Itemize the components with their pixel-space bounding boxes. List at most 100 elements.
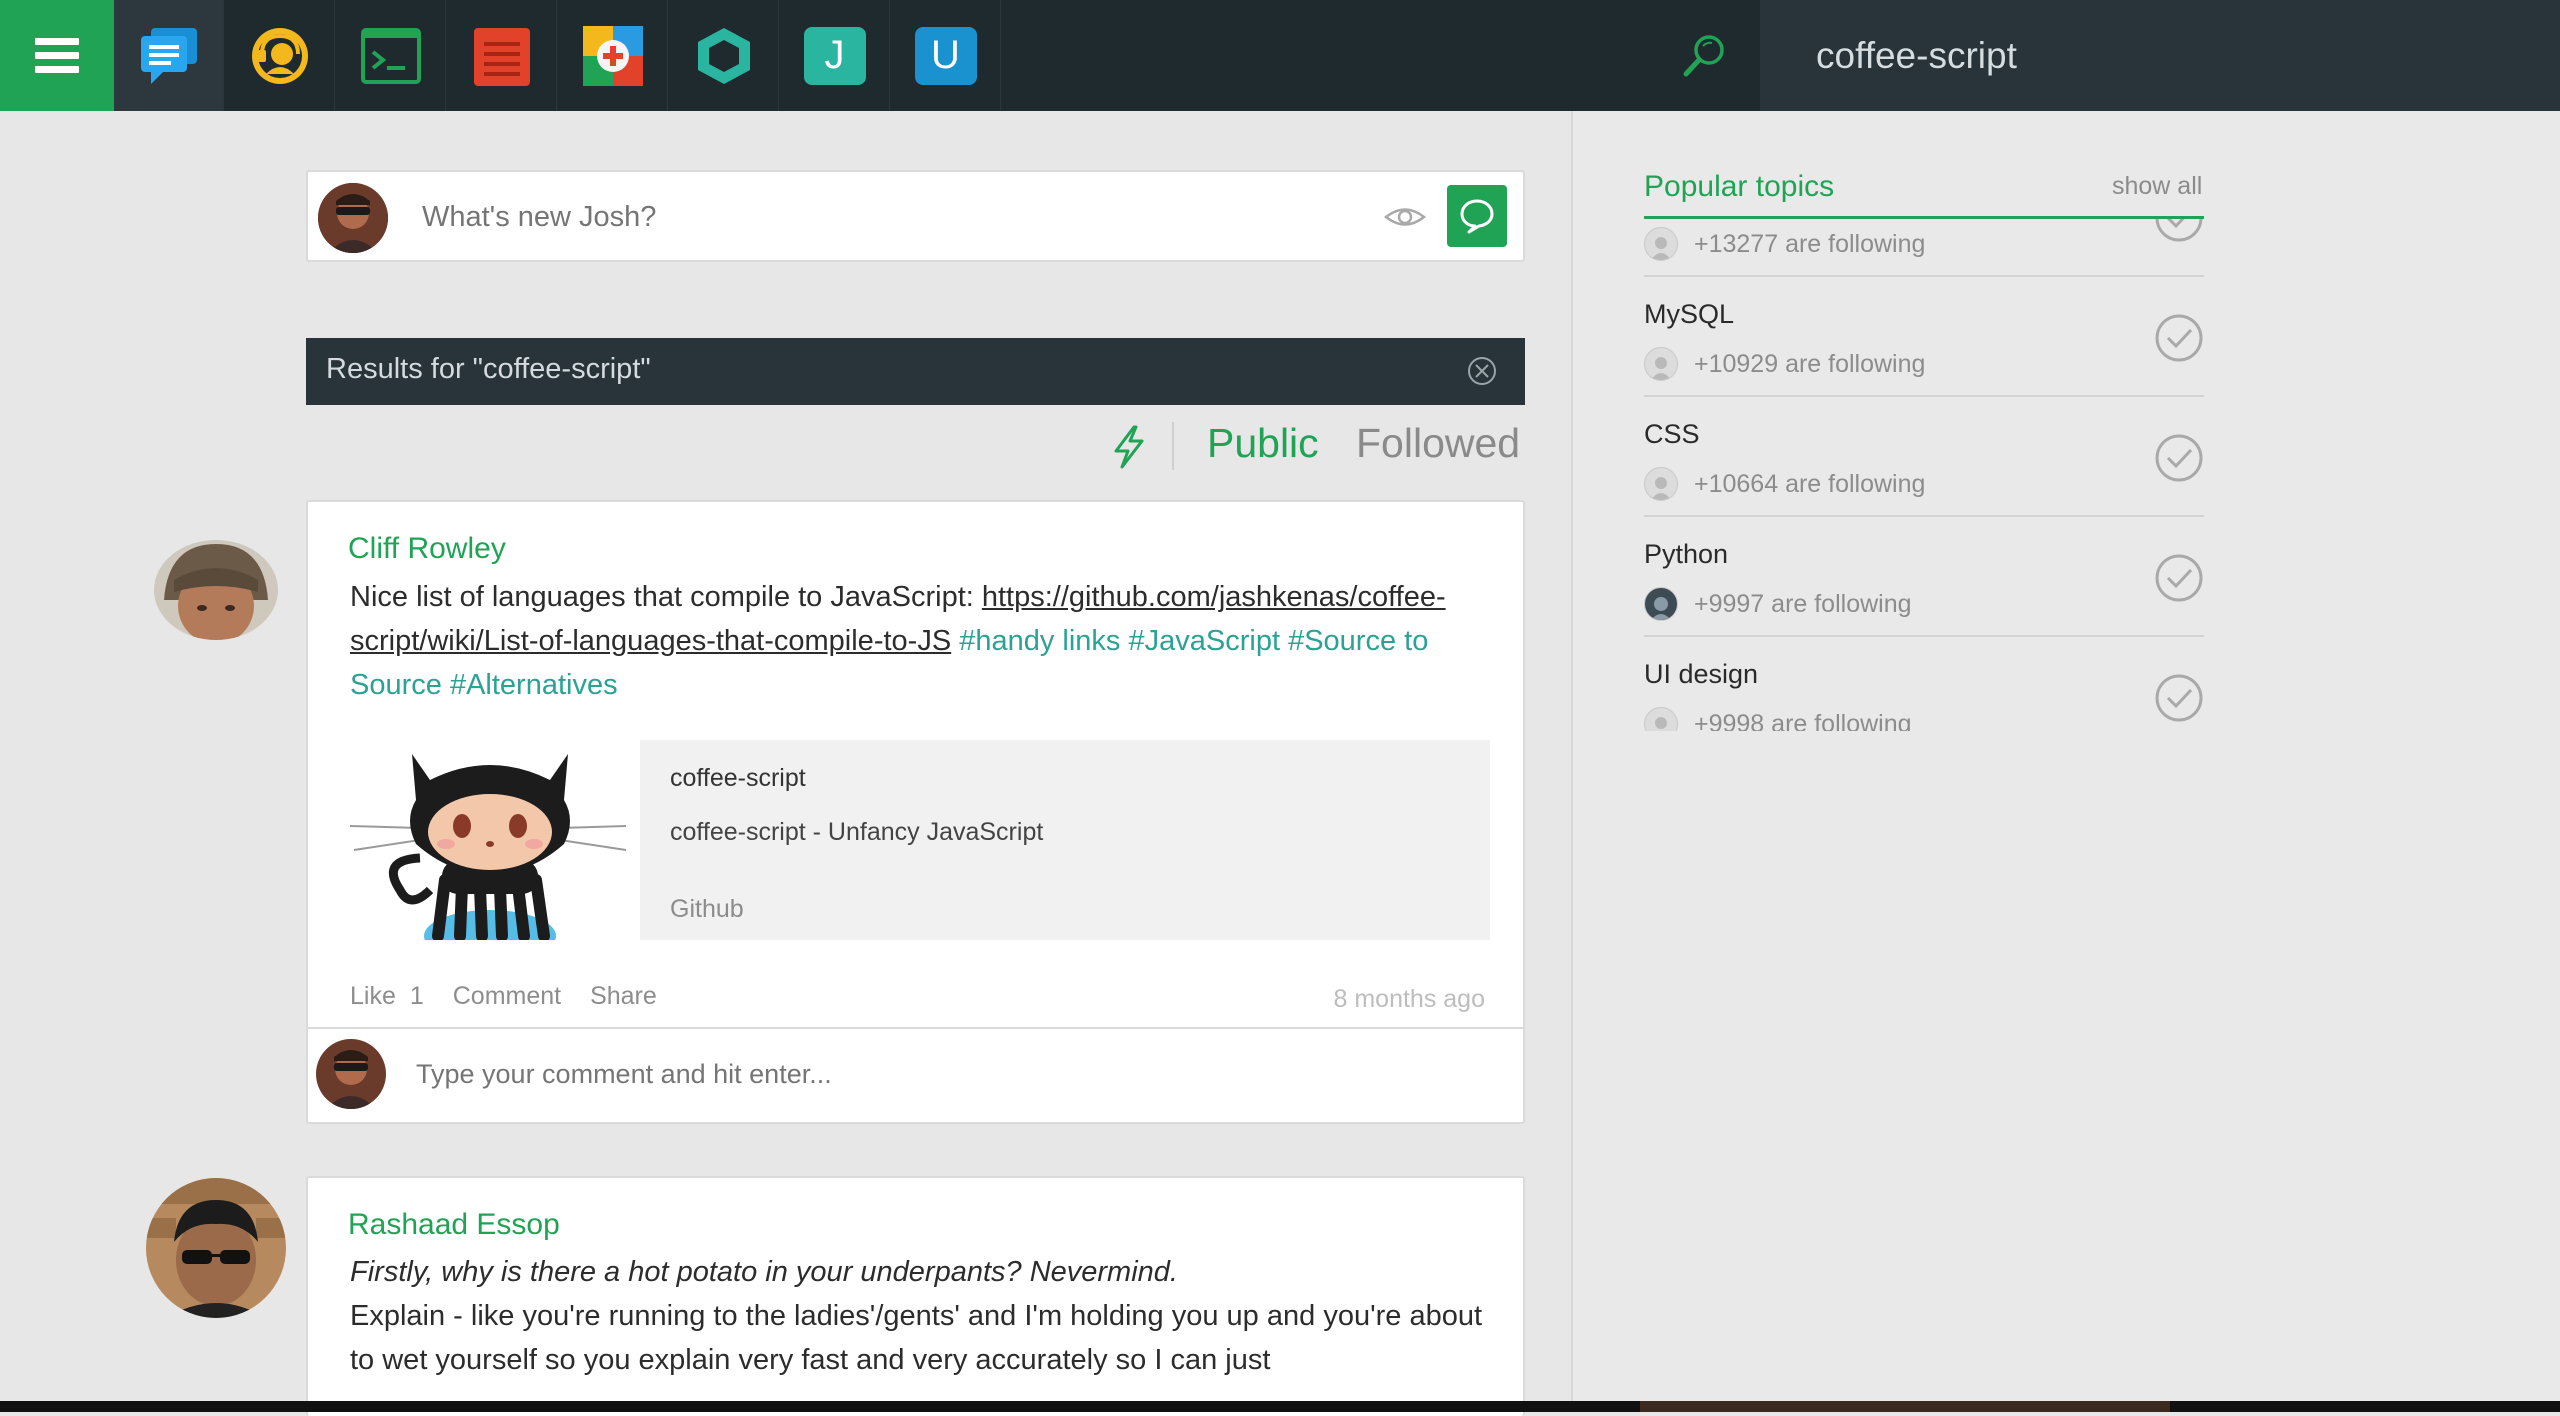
app-messages[interactable]	[114, 0, 224, 111]
topic-name: UI design	[1644, 659, 1759, 689]
link-preview-description: coffee-script - Unfancy JavaScript	[670, 818, 1044, 846]
comment-row	[308, 1027, 1523, 1119]
post-text: Explain - like you're running to the lad…	[350, 1300, 1483, 1376]
status-input[interactable]	[420, 194, 1320, 240]
topic-row[interactable]: +13277 are following	[1644, 219, 2204, 277]
topic-followers: +10929 are following	[1644, 347, 1925, 381]
popular-topics-title: Popular topics	[1644, 170, 1835, 203]
topic-followers: +9997 are following	[1644, 587, 1912, 621]
follower-avatar-icon	[1644, 227, 1678, 261]
search-button[interactable]	[1650, 0, 1760, 111]
post-card: Rashaad Essop Firstly, why is there a ho…	[306, 1176, 1525, 1416]
u-letter-icon: U	[914, 26, 977, 85]
like-count: 1	[409, 982, 424, 1010]
link-preview-details: coffee-script coffee-script - Unfancy Ja…	[640, 740, 1490, 940]
link-preview-source: Github	[670, 895, 744, 923]
user-avatar	[318, 183, 388, 253]
follow-check-icon[interactable]	[2154, 553, 2204, 603]
post-button[interactable]	[1447, 185, 1507, 247]
app-terminal[interactable]	[336, 0, 446, 111]
post-author-name[interactable]: Rashaad Essop	[348, 1208, 560, 1242]
comment-button[interactable]: Comment	[453, 982, 561, 1010]
follower-avatar-icon	[1644, 467, 1678, 501]
topic-name: CSS	[1644, 419, 1700, 449]
search-input[interactable]	[1814, 26, 2494, 86]
post-timestamp: 8 months ago	[1333, 985, 1486, 1013]
post-author-avatar[interactable]	[146, 1178, 286, 1318]
topic-row[interactable]: UI design +9998 are following	[1644, 637, 2204, 731]
topic-row[interactable]: MySQL +10929 are following	[1644, 277, 2204, 397]
terminal-icon	[360, 27, 421, 84]
app-u[interactable]: U	[891, 0, 1001, 111]
github-octocat-image	[350, 740, 630, 940]
tab-public[interactable]: Public	[1207, 420, 1319, 467]
topic-name: Python	[1644, 539, 1729, 569]
topic-followers-count: +10664 are following	[1694, 469, 1926, 498]
like-button[interactable]: Like 1	[350, 982, 424, 1010]
filter-divider	[1172, 422, 1174, 470]
post-author-name[interactable]: Cliff Rowley	[348, 532, 506, 566]
rashaad-avatar-image	[146, 1178, 286, 1318]
topic-followers-count: +9998 are following	[1694, 709, 1912, 732]
post-card: Cliff Rowley Nice list of languages that…	[306, 500, 1525, 1124]
hashtag[interactable]: #handy links	[959, 625, 1120, 657]
topic-followers-count: +9997 are following	[1694, 589, 1912, 618]
cliff-avatar-image	[154, 540, 278, 640]
link-preview[interactable]: coffee-script coffee-script - Unfancy Ja…	[350, 740, 1490, 940]
app-support[interactable]	[225, 0, 335, 111]
clear-search-icon[interactable]	[1466, 355, 1498, 387]
topic-followers-count: +13277 are following	[1694, 229, 1926, 258]
support-agent-icon	[251, 27, 308, 84]
follower-avatar-icon	[1644, 707, 1678, 731]
topic-followers: +9998 are following	[1644, 707, 1912, 731]
commenter-avatar	[316, 1039, 386, 1109]
topic-followers-count: +10929 are following	[1694, 349, 1926, 378]
hexagon-icon	[697, 27, 750, 84]
medical-cross-icon	[582, 25, 643, 86]
follow-check-icon[interactable]	[2154, 433, 2204, 483]
post-composer	[306, 170, 1525, 262]
j-letter-icon: J	[803, 26, 866, 85]
post-author-avatar[interactable]	[154, 540, 278, 640]
app-hexagon[interactable]	[669, 0, 779, 111]
post-text: Nice list of languages that compile to J…	[350, 581, 982, 613]
topics-list[interactable]: +13277 are following MySQL +10929 are fo…	[1644, 219, 2204, 731]
hamburger-icon	[35, 31, 79, 80]
menu-button[interactable]	[0, 0, 114, 111]
top-bar: J U	[0, 0, 2560, 111]
comment-input[interactable]	[414, 1051, 1414, 1097]
follower-avatar-icon	[1644, 587, 1678, 621]
post-actions: Like 1 Comment Share	[350, 982, 679, 1011]
lightning-bolt-icon[interactable]	[1110, 425, 1148, 469]
hashtag[interactable]: #Alternatives	[450, 669, 618, 701]
hashtag[interactable]: #JavaScript	[1129, 625, 1281, 657]
search-box	[1760, 0, 2560, 111]
post-body: Nice list of languages that compile to J…	[350, 575, 1500, 707]
follow-check-icon[interactable]	[2154, 313, 2204, 363]
search-results-bar: Results for "coffee-script"	[306, 338, 1525, 405]
tab-followed[interactable]: Followed	[1356, 420, 1520, 467]
like-label: Like	[350, 982, 396, 1010]
post-italic-text: Firstly, why is there a hot potato in yo…	[350, 1256, 1178, 1288]
topic-followers: +10664 are following	[1644, 467, 1925, 501]
bottom-edge	[0, 1401, 2560, 1412]
visibility-eye-icon[interactable]	[1384, 202, 1426, 232]
user-avatar-image	[318, 183, 388, 253]
link-preview-title: coffee-script	[670, 764, 806, 792]
topic-row[interactable]: Python +9997 are following	[1644, 517, 2204, 637]
app-notes[interactable]	[447, 0, 557, 111]
app-medical[interactable]	[558, 0, 668, 111]
follower-avatar-icon	[1644, 347, 1678, 381]
app-j[interactable]: J	[780, 0, 890, 111]
chat-bubbles-icon	[140, 27, 197, 84]
topic-followers: +13277 are following	[1644, 227, 1925, 261]
topic-name: MySQL	[1644, 299, 1735, 329]
notepad-icon	[473, 27, 530, 86]
share-button[interactable]: Share	[590, 982, 657, 1010]
follow-check-icon[interactable]	[2154, 673, 2204, 723]
follow-check-icon[interactable]	[2154, 219, 2204, 243]
search-icon	[1683, 34, 1724, 76]
show-all-link[interactable]: show all	[2112, 172, 2202, 201]
search-results-label: Results for "coffee-script"	[326, 353, 651, 385]
topic-row[interactable]: CSS +10664 are following	[1644, 397, 2204, 517]
